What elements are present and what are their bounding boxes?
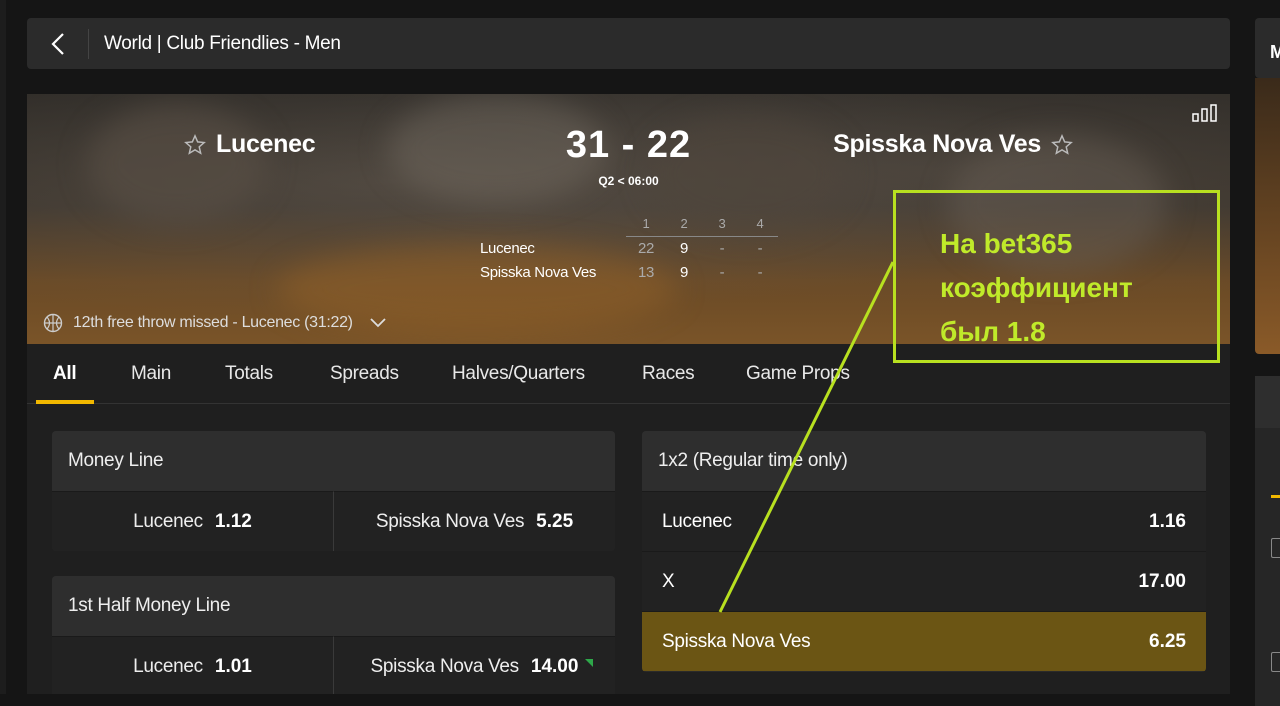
basketball-icon xyxy=(43,313,63,333)
quarter-score: 9 xyxy=(679,240,689,257)
tab-game-props[interactable]: Game Props xyxy=(746,363,850,385)
away-team: Spisska Nova Ves xyxy=(833,130,1073,159)
odds-button-draw[interactable]: X 17.00 xyxy=(642,551,1206,611)
price-up-icon xyxy=(585,659,593,667)
odds-name: Spisska Nova Ves xyxy=(370,655,520,677)
quarter-header: 2 xyxy=(680,216,688,231)
quarter-score: 22 xyxy=(637,240,655,257)
checkbox-icon[interactable] xyxy=(1271,538,1280,558)
quarter-divider xyxy=(626,236,778,237)
last-event[interactable]: 12th free throw missed - Lucenec (31:22) xyxy=(43,313,387,333)
annotation-box: На bet365 коэффициент был 1.8 xyxy=(893,190,1220,363)
quarter-score: 9 xyxy=(679,264,689,281)
odds-price: 5.25 xyxy=(536,510,574,532)
odds-price: 14.00 xyxy=(530,655,579,677)
chevron-down-icon[interactable] xyxy=(369,317,387,329)
odds-button-away-selected[interactable]: Spisska Nova Ves 6.25 xyxy=(642,611,1206,671)
odds-row: Lucenec 1.12 Spisska Nova Ves 5.25 xyxy=(52,491,615,551)
quarter-score: - xyxy=(719,264,725,281)
right-panel-header: M xyxy=(1255,18,1280,78)
market-title: Money Line xyxy=(52,431,615,491)
odds-row: Lucenec 1.01 Spisska Nova Ves 14.00 xyxy=(52,636,615,694)
stats-bars-icon[interactable] xyxy=(1192,104,1218,122)
right-panel-list-header xyxy=(1255,376,1280,428)
odds-price: 1.16 xyxy=(1149,510,1186,532)
quarter-team-label: Lucenec xyxy=(480,240,535,257)
quarter-score: - xyxy=(719,240,725,257)
tab-halves-quarters[interactable]: Halves/Quarters xyxy=(452,363,585,385)
odds-button-home[interactable]: Lucenec 1.16 xyxy=(642,491,1206,551)
last-event-text: 12th free throw missed - Lucenec (31:22) xyxy=(73,314,353,331)
quarter-header: 3 xyxy=(718,216,726,231)
star-outline-icon[interactable] xyxy=(1051,133,1073,156)
breadcrumb-bar: World | Club Friendlies - Men xyxy=(27,18,1230,69)
right-panel-list xyxy=(1255,376,1280,706)
right-panel-tab-indicator xyxy=(1271,495,1280,498)
odds-price: 17.00 xyxy=(1138,570,1186,592)
quarter-score: - xyxy=(757,264,763,281)
checkbox-icon[interactable] xyxy=(1271,652,1280,672)
market-money-line: Money Line Lucenec 1.12 Spisska Nova Ves… xyxy=(52,431,615,551)
tab-spreads[interactable]: Spreads xyxy=(330,363,399,385)
right-panel-letter: M xyxy=(1270,42,1280,62)
annotation-text: На bet365 коэффициент был 1.8 xyxy=(940,228,1133,347)
back-button[interactable] xyxy=(27,28,89,59)
odds-price: 1.01 xyxy=(214,655,252,677)
quarter-score: 13 xyxy=(637,264,655,281)
odds-name: Lucenec xyxy=(133,655,203,677)
tab-all[interactable]: All xyxy=(53,363,77,385)
away-team-name: Spisska Nova Ves xyxy=(833,130,1041,158)
tab-races[interactable]: Races xyxy=(642,363,695,385)
odds-name: Spisska Nova Ves xyxy=(375,510,525,532)
quarter-header: 4 xyxy=(756,216,764,231)
odds-button-home[interactable]: Lucenec 1.01 xyxy=(52,636,333,694)
match-period: Q2 < 06:00 xyxy=(598,174,659,188)
odds-name: Lucenec xyxy=(662,510,732,532)
odds-button-home[interactable]: Lucenec 1.12 xyxy=(52,491,333,551)
tab-main[interactable]: Main xyxy=(131,363,171,385)
odds-name: Lucenec xyxy=(133,510,203,532)
odds-button-away[interactable]: Spisska Nova Ves 5.25 xyxy=(333,491,615,551)
quarter-score: - xyxy=(757,240,763,257)
right-panel-image xyxy=(1255,78,1280,354)
odds-price: 6.25 xyxy=(1149,630,1186,652)
odds-name: X xyxy=(662,570,675,592)
odds-button-away[interactable]: Spisska Nova Ves 14.00 xyxy=(333,636,615,694)
market-title: 1st Half Money Line xyxy=(52,576,615,636)
left-edge xyxy=(0,0,6,694)
odds-name: Spisska Nova Ves xyxy=(662,630,811,652)
quarter-header: 1 xyxy=(642,216,650,231)
quarter-team-label: Spisska Nova Ves xyxy=(480,264,597,281)
market-1x2: 1x2 (Regular time only) Lucenec 1.16 X 1… xyxy=(642,431,1206,672)
tab-totals[interactable]: Totals xyxy=(225,363,273,385)
market-title: 1x2 (Regular time only) xyxy=(642,431,1206,491)
back-arrow-icon xyxy=(50,32,64,55)
breadcrumb-title[interactable]: World | Club Friendlies - Men xyxy=(104,33,341,55)
market-first-half-money-line: 1st Half Money Line Lucenec 1.01 Spisska… xyxy=(52,576,615,694)
odds-price: 1.12 xyxy=(214,510,252,532)
